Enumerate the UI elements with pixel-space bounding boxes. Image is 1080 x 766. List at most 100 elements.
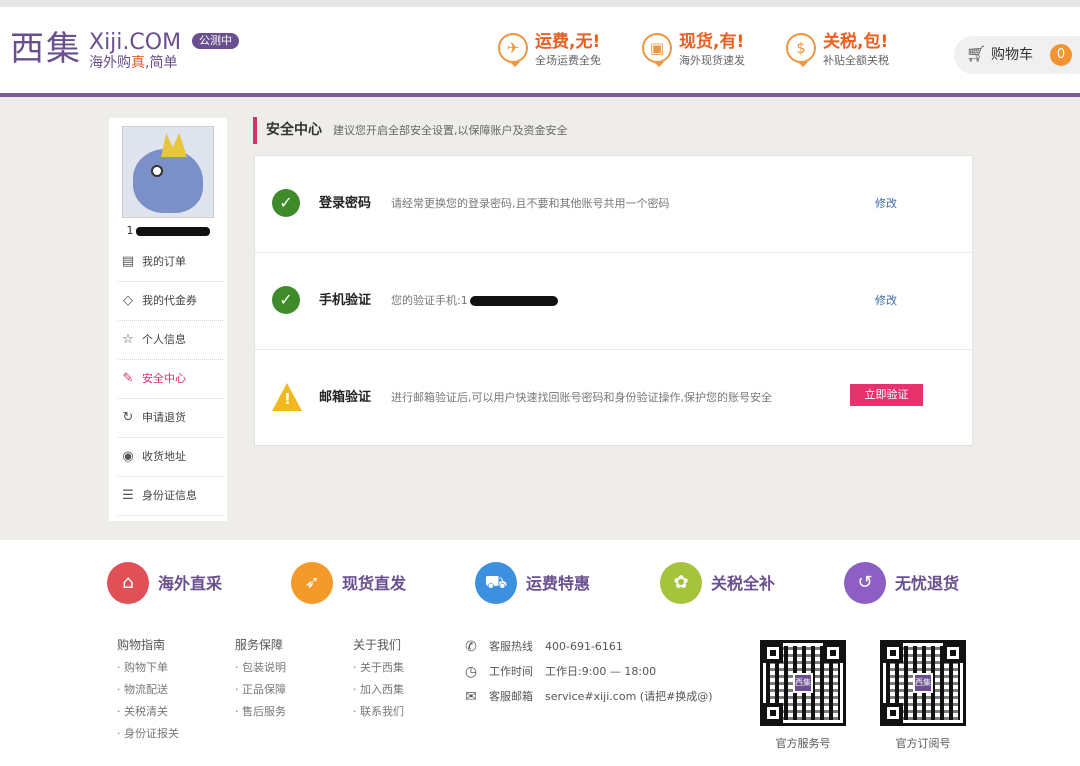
- star-icon: ☆: [122, 332, 134, 347]
- security-row-email: ! 邮箱验证 进行邮箱验证后,可以用户快速找回账号密码和身份验证操作,保护您的账…: [255, 350, 972, 447]
- promo-subtitle: 海外现货速发: [679, 54, 745, 67]
- feature-label: 关税全补: [711, 574, 776, 593]
- check-circle-icon: ✓: [272, 189, 300, 217]
- plane-icon: ✈: [498, 33, 528, 67]
- qr-finder: [943, 643, 963, 663]
- feature-direct-shipping: ➶ 现货直发: [291, 562, 461, 606]
- return-icon: ↺: [844, 562, 886, 604]
- promo-tax-covered: $ 关税,包! 补贴全额关税: [786, 31, 926, 77]
- top-strip: [0, 0, 1080, 7]
- logo-text: Xiji.COM: [89, 30, 182, 55]
- footer-link[interactable]: · 购物下单: [117, 661, 227, 675]
- security-settings-panel: ✓ 登录密码 请经常更换您的登录密码,且不要和其他账号共用一个密码 修改 ✓ 手…: [254, 155, 973, 446]
- qr-code-service-account: 西集: [760, 640, 846, 726]
- sidebar-item-profile[interactable]: ☆ 个人信息: [118, 321, 223, 360]
- gift-icon: ▣: [642, 33, 672, 67]
- sidebar-item-label: 收货地址: [142, 450, 186, 463]
- avatar[interactable]: [122, 126, 214, 218]
- cart-count-badge: 0: [1050, 44, 1072, 66]
- sidebar-item-label: 我的订单: [142, 255, 186, 268]
- feature-easy-returns: ↺ 无忧退货: [844, 562, 1014, 606]
- modify-password-link[interactable]: 修改: [875, 197, 897, 211]
- slogan-highlight: 真: [131, 55, 145, 71]
- contact-label: 客服邮箱: [489, 690, 533, 703]
- cart-button[interactable]: 🛒︎ 购物车 0: [954, 36, 1080, 74]
- sidebar-item-coupons[interactable]: ◇ 我的代金券: [118, 282, 223, 321]
- contact-email: ✉ 客服邮箱 service#xiji.com (请把#换成@): [462, 688, 732, 713]
- username-prefix: 1: [126, 224, 134, 237]
- contact-value: 400-691-6161: [545, 640, 623, 653]
- setting-description: 您的验证手机:1: [391, 294, 558, 308]
- slogan-suffix: ,简单: [145, 55, 178, 71]
- qr-caption: 官方订阅号: [895, 737, 951, 750]
- feature-tax-refund: ✿ 关税全补: [660, 562, 830, 606]
- rocket-icon: ➶: [291, 562, 333, 604]
- contact-value: 工作日:9:00 — 18:00: [545, 665, 657, 678]
- shopping-bag-icon: ⌂: [107, 562, 149, 604]
- footer-col-service: 服务保障 · 包装说明 · 正品保障 · 售后服务: [235, 637, 345, 727]
- qr-finder: [883, 643, 903, 663]
- feature-label: 现货直发: [342, 574, 407, 593]
- sidebar-item-label: 我的代金券: [142, 294, 197, 307]
- avatar-crown: [161, 133, 187, 157]
- site-logo[interactable]: 西集 Xiji.COM 海外购真,简单 公测中: [10, 29, 250, 79]
- qr-logo: 西集: [913, 673, 933, 693]
- footer-link[interactable]: · 关于西集: [353, 661, 463, 675]
- setting-title: 邮箱验证: [319, 390, 372, 405]
- avatar-eye: [151, 165, 163, 177]
- setting-title: 手机验证: [319, 293, 372, 308]
- qr-finder: [763, 703, 783, 723]
- sidebar-item-id-card[interactable]: ☰ 身份证信息: [118, 477, 223, 516]
- page-title: 安全中心: [266, 122, 322, 138]
- footer-link[interactable]: · 关税清关: [117, 705, 227, 719]
- contact-hotline: ✆ 客服热线 400-691-6161: [462, 638, 732, 663]
- edit-icon: ✎: [122, 371, 134, 386]
- coin-icon: $: [786, 33, 816, 67]
- footer-link[interactable]: · 正品保障: [235, 683, 345, 697]
- piggy-bank-icon: ✿: [660, 562, 702, 604]
- cart-label: 购物车: [991, 47, 1033, 63]
- footer-link[interactable]: · 售后服务: [235, 705, 345, 719]
- clock-icon: ◷: [464, 664, 478, 680]
- footer-col-title: 关于我们: [353, 638, 402, 652]
- footer-link[interactable]: · 物流配送: [117, 683, 227, 697]
- contact-hours: ◷ 工作时间 工作日:9:00 — 18:00: [462, 663, 732, 688]
- security-row-login-password: ✓ 登录密码 请经常更换您的登录密码,且不要和其他账号共用一个密码 修改: [255, 156, 972, 253]
- sidebar-item-returns[interactable]: ↻ 申请退货: [118, 399, 223, 438]
- username: 1: [109, 224, 227, 237]
- site-footer: ⌂ 海外直采 ➶ 现货直发 ⛟ 运费特惠 ✿ 关税全补 ↺ 无忧退货 购物指南 …: [0, 540, 1080, 766]
- promo-subtitle: 全场运费全免: [535, 54, 601, 67]
- footer-link[interactable]: · 加入西集: [353, 683, 463, 697]
- qr-caption: 官方服务号: [775, 737, 831, 750]
- header-accent-bar: [0, 93, 1080, 97]
- promo-free-shipping: ✈ 运费,无! 全场运费全免: [498, 31, 638, 77]
- truck-icon: ⛟: [475, 562, 517, 604]
- setting-description: 请经常更换您的登录密码,且不要和其他账号共用一个密码: [391, 197, 670, 210]
- contact-label: 客服热线: [489, 640, 533, 653]
- username-redaction: [135, 226, 210, 236]
- section-accent: [253, 117, 257, 144]
- verify-email-button[interactable]: 立即验证: [850, 384, 923, 406]
- footer-link[interactable]: · 身份证报关: [117, 727, 227, 741]
- page-description: 建议您开启全部安全设置,以保障账户及资金安全: [333, 124, 568, 137]
- sidebar-item-orders[interactable]: ▤ 我的订单: [118, 243, 223, 282]
- sidebar-item-label: 申请退货: [142, 411, 186, 424]
- mail-icon: ✉: [465, 689, 477, 705]
- account-sidebar: 1 ▤ 我的订单 ◇ 我的代金券 ☆ 个人信息 ✎ 安全中心 ↻ 申请退货 ◉ …: [109, 118, 227, 521]
- logo-mark: 西集: [10, 29, 82, 69]
- footer-col-title: 服务保障: [235, 638, 284, 652]
- check-circle-icon: ✓: [272, 286, 300, 314]
- sidebar-item-addresses[interactable]: ◉ 收货地址: [118, 438, 223, 477]
- sidebar-item-label: 个人信息: [142, 333, 186, 346]
- feature-label: 无忧退货: [895, 574, 960, 593]
- qr-finder: [763, 643, 783, 663]
- modify-phone-link[interactable]: 修改: [875, 294, 897, 308]
- location-pin-icon: ◉: [122, 449, 134, 464]
- sidebar-item-label: 身份证信息: [142, 489, 197, 502]
- site-header: 西集 Xiji.COM 海外购真,简单 公测中 ✈ 运费,无! 全场运费全免 ▣…: [0, 7, 1080, 93]
- beta-badge: 公测中: [192, 33, 239, 49]
- phone-icon: ✆: [465, 639, 477, 655]
- footer-link[interactable]: · 包装说明: [235, 661, 345, 675]
- sidebar-item-security[interactable]: ✎ 安全中心: [118, 360, 223, 399]
- footer-link[interactable]: · 联系我们: [353, 705, 463, 719]
